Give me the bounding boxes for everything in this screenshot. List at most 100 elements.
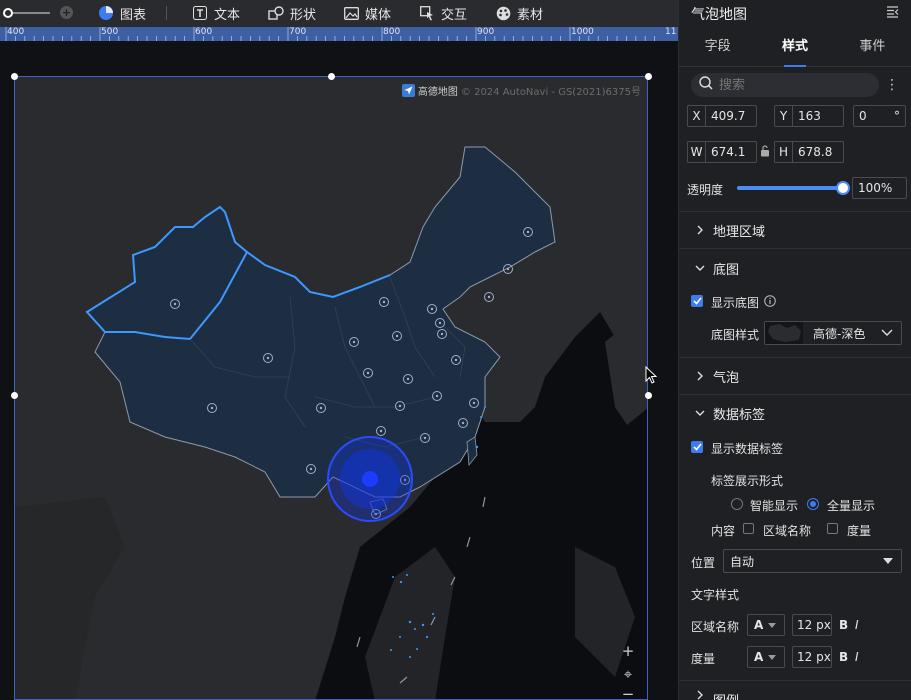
more-options-icon[interactable]: ⋮ — [885, 73, 899, 97]
panel-tabs: 字段 样式 事件 — [679, 27, 911, 67]
measure-italic-button[interactable]: I — [855, 650, 859, 664]
content-region-checkbox[interactable] — [743, 523, 754, 534]
width-field[interactable]: W 674.1 — [687, 141, 757, 163]
toolbar-text-button[interactable]: 文本 — [192, 4, 241, 23]
toolbar-media-button[interactable]: 媒体 — [343, 4, 391, 23]
divider — [679, 394, 911, 395]
caret-down-icon — [883, 558, 893, 564]
show-data-label-checkbox[interactable] — [691, 441, 703, 453]
content-measure-checkbox[interactable] — [827, 523, 838, 534]
x-field[interactable]: X 409.7 — [687, 105, 757, 127]
h-value: 678.8 — [798, 145, 833, 159]
search-row: ⋮ — [691, 73, 903, 97]
map-credit: 高德地图 © 2024 AutoNavi - GS(2021)6375号 — [401, 83, 641, 98]
toolbar-material-button[interactable]: 素材 — [495, 4, 543, 23]
caret-down-icon — [768, 622, 777, 628]
region-name-style-label: 区域名称 — [691, 620, 740, 634]
base-map-thumbnail — [765, 322, 803, 344]
base-map-style-value: 高德-深色 — [813, 326, 866, 341]
tab-style[interactable]: 样式 — [756, 27, 833, 67]
map-zoom-in-button[interactable]: + — [620, 643, 636, 659]
collapse-panel-icon[interactable] — [886, 5, 899, 22]
ruler-label: 900 — [477, 27, 495, 37]
map-credit-brand: 高德地图 — [417, 87, 458, 98]
opacity-slider[interactable] — [737, 181, 850, 195]
tab-events[interactable]: 事件 — [834, 27, 911, 66]
position-select[interactable]: 自动 — [723, 549, 902, 573]
opacity-slider-fill — [737, 186, 843, 190]
section-bubble[interactable]: 气泡 — [679, 359, 911, 393]
search-input[interactable] — [719, 77, 869, 93]
radio-smart-display[interactable] — [731, 498, 743, 510]
toolbar-interact-button[interactable]: 交互 — [419, 4, 467, 23]
resize-handle-top-left[interactable] — [11, 73, 18, 80]
opacity-field[interactable]: 100% — [852, 177, 907, 199]
zoom-in-button[interactable]: + — [60, 6, 73, 19]
resize-handle-top[interactable] — [328, 73, 335, 80]
divider — [679, 248, 911, 249]
chart-icon — [98, 5, 114, 21]
measure-font-size-field[interactable]: 12 px — [792, 646, 832, 668]
show-data-label-label: 显示数据标签 — [711, 442, 784, 456]
resize-handle-right[interactable] — [645, 392, 652, 399]
content-label: 内容 — [711, 524, 736, 538]
section-legend[interactable]: 图例 — [679, 682, 911, 700]
y-field[interactable]: Y 163 — [774, 105, 844, 127]
base-map-style-select[interactable]: 高德-深色 — [764, 321, 902, 345]
zoom-slider[interactable]: + — [2, 6, 73, 20]
divider — [679, 211, 911, 212]
show-base-map-checkbox[interactable] — [691, 295, 703, 307]
tab-fields[interactable]: 字段 — [679, 27, 756, 66]
y-label: Y — [775, 106, 793, 126]
chevron-down-icon — [881, 329, 893, 336]
editor-canvas[interactable]: 高德地图 © 2024 AutoNavi - GS(2021)6375号 + ⌖… — [0, 41, 678, 700]
opacity-slider-knob[interactable] — [836, 181, 850, 195]
info-icon[interactable] — [764, 295, 776, 311]
text-style-label: 文字样式 — [691, 588, 740, 602]
region-font-size-field[interactable]: 12 px — [792, 614, 832, 636]
region-bold-button[interactable]: B — [839, 618, 848, 632]
region-italic-button[interactable]: I — [855, 618, 859, 632]
region-font-color-select[interactable]: A — [747, 614, 785, 636]
bubble-map-component[interactable]: 高德地图 © 2024 AutoNavi - GS(2021)6375号 + ⌖… — [14, 76, 648, 700]
font-color-letter: A — [754, 650, 764, 664]
rotation-unit: ° — [894, 109, 900, 123]
x-label: X — [688, 106, 706, 126]
height-field[interactable]: H 678.8 — [774, 141, 844, 163]
amap-logo-icon — [401, 84, 415, 97]
chevron-right-icon — [697, 371, 703, 381]
section-base-map[interactable]: 底图 — [679, 251, 911, 285]
ruler-label: 600 — [195, 27, 213, 37]
map-locate-button[interactable]: ⌖ — [620, 666, 636, 682]
toolbar-text-label: 文本 — [214, 7, 241, 23]
font-color-letter: A — [754, 618, 764, 632]
search-icon — [699, 76, 713, 94]
rotation-field[interactable]: 0 ° — [853, 105, 906, 127]
h-label: H — [775, 142, 793, 162]
radio-smart-display-label: 智能显示 — [750, 499, 799, 513]
text-icon — [192, 5, 208, 21]
base-map-style-label: 底图样式 — [711, 328, 760, 342]
lock-aspect-icon[interactable] — [760, 145, 770, 161]
content-region-label: 区域名称 — [763, 524, 812, 538]
panel-title: 气泡地图 — [691, 6, 747, 23]
resize-handle-top-right[interactable] — [645, 73, 652, 80]
toolbar-shape-button[interactable]: 形状 — [268, 4, 316, 23]
zoom-slider-knob[interactable] — [3, 8, 13, 18]
search-box[interactable] — [691, 73, 879, 97]
map-zoom-out-button[interactable]: − — [620, 686, 636, 699]
ruler-label: 500 — [101, 27, 119, 37]
radio-full-display-label: 全量显示 — [827, 499, 876, 513]
x-value: 409.7 — [711, 109, 746, 123]
section-geo-region[interactable]: 地理区域 — [679, 213, 911, 247]
divider — [679, 357, 911, 358]
measure-bold-button[interactable]: B — [839, 650, 848, 664]
section-base-map-label: 底图 — [713, 262, 740, 278]
measure-font-color-select[interactable]: A — [747, 646, 785, 668]
radio-full-display[interactable] — [807, 498, 819, 510]
chevron-down-icon — [695, 410, 705, 416]
section-data-label[interactable]: 数据标签 — [679, 396, 911, 430]
ruler-label: 11 — [665, 27, 677, 37]
resize-handle-left[interactable] — [11, 392, 18, 399]
toolbar-chart-button[interactable]: 图表 — [98, 4, 146, 23]
